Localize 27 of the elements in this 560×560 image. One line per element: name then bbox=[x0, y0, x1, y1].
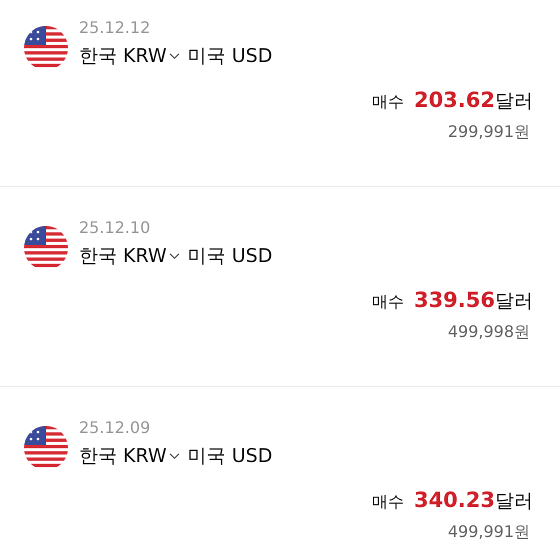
amount-value: 203.62 bbox=[414, 88, 495, 112]
flag-icon bbox=[24, 226, 68, 270]
amount-unit: 달러 bbox=[495, 289, 533, 314]
source-currency: 한국 KRW bbox=[79, 44, 167, 68]
amount-value: 340.23 bbox=[414, 488, 495, 512]
target-currency: 미국 USD bbox=[188, 444, 272, 468]
chevron-down-icon bbox=[168, 252, 180, 260]
krw-amount: 499,991원 bbox=[448, 522, 530, 543]
transaction-date: 25.12.12 bbox=[79, 18, 152, 38]
transaction-date: 25.12.10 bbox=[79, 218, 152, 238]
transaction-date: 25.12.09 bbox=[79, 418, 152, 438]
chevron-down-icon bbox=[168, 452, 180, 460]
trade-type: 매수 bbox=[372, 492, 404, 513]
amount-value: 339.56 bbox=[414, 288, 495, 312]
flag-icon bbox=[24, 426, 68, 470]
trade-type: 매수 bbox=[372, 292, 404, 313]
amount-unit: 달러 bbox=[495, 89, 533, 114]
amount-unit: 달러 bbox=[495, 489, 533, 514]
target-currency: 미국 USD bbox=[188, 44, 272, 68]
trade-type: 매수 bbox=[372, 92, 404, 113]
target-currency: 미국 USD bbox=[188, 244, 272, 268]
krw-amount: 299,991원 bbox=[448, 122, 530, 143]
flag-icon bbox=[24, 26, 68, 70]
krw-amount: 499,998원 bbox=[448, 322, 530, 343]
source-currency: 한국 KRW bbox=[79, 244, 167, 268]
source-currency: 한국 KRW bbox=[79, 444, 167, 468]
chevron-down-icon bbox=[168, 52, 180, 60]
